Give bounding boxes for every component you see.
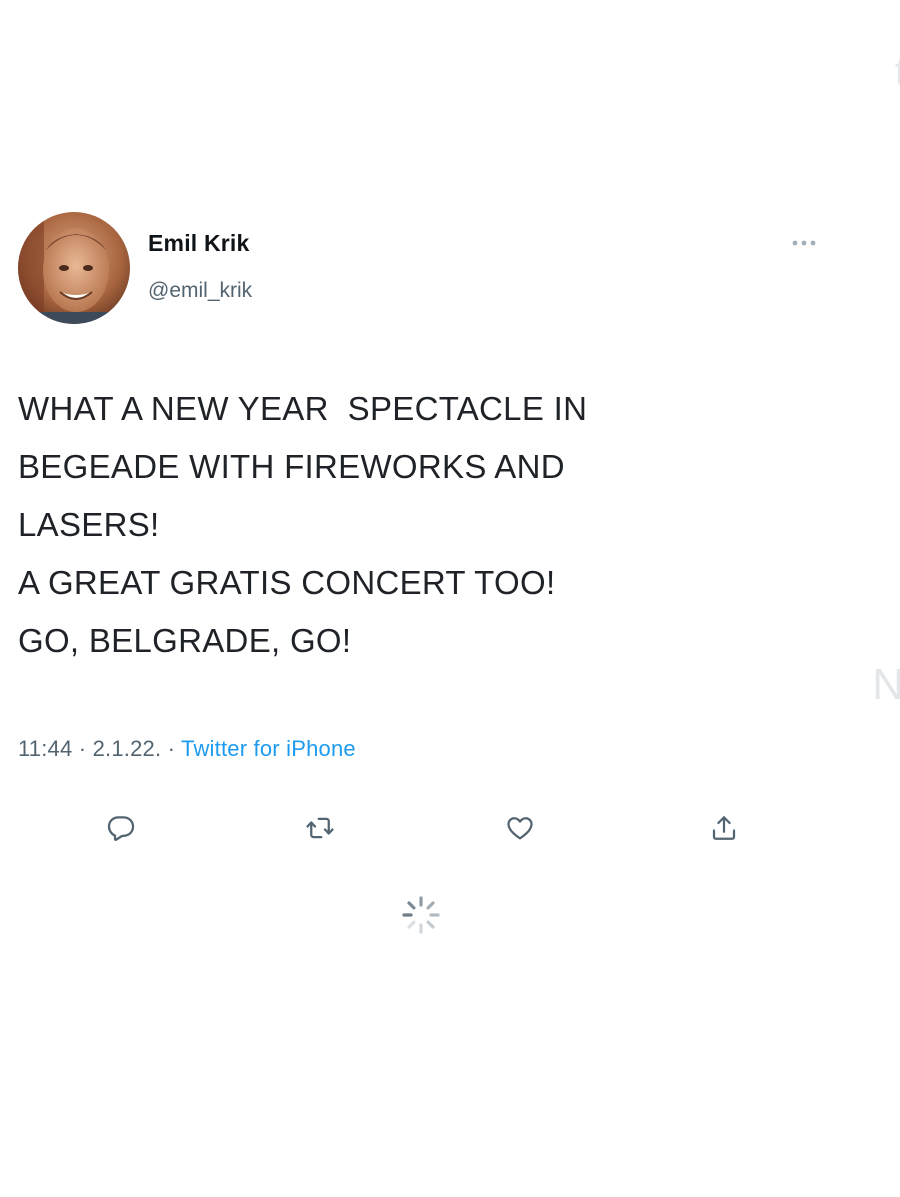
tweet-actions <box>0 806 900 850</box>
avatar[interactable] <box>18 212 130 324</box>
tweet-text: WHAT A NEW YEAR SPECTACLE IN BEGEADE WIT… <box>18 380 878 670</box>
share-icon <box>712 816 736 840</box>
tweet-date[interactable]: 2.1.22. <box>93 736 162 761</box>
like-button[interactable] <box>498 806 542 850</box>
tweet-line: LASERS! <box>18 506 160 543</box>
like-icon <box>507 817 533 840</box>
tweet-time[interactable]: 11:44 <box>18 736 72 761</box>
tweet-line: BEGEADE WITH FIREWORKS AND <box>18 448 565 485</box>
more-options-button[interactable] <box>788 233 828 253</box>
tweet-page: t N Emi <box>0 0 900 1197</box>
meta-separator: · <box>167 736 176 761</box>
tweet-line: GO, BELGRADE, GO! <box>18 622 352 659</box>
user-avatar-photo-icon <box>18 212 130 324</box>
tweet-line: A GREAT GRATIS CONCERT TOO! <box>18 564 556 601</box>
share-button[interactable] <box>702 806 746 850</box>
meta-separator: · <box>78 736 87 761</box>
author-handle[interactable]: @emil_krik <box>148 279 252 303</box>
reply-button[interactable] <box>99 806 143 850</box>
loading-spinner-icon <box>400 894 442 936</box>
more-icon <box>792 240 816 246</box>
retweet-icon <box>306 817 334 839</box>
retweet-button[interactable] <box>298 806 342 850</box>
tweet-meta: 11:44 · 2.1.22. · Twitter for iPhone <box>18 736 356 762</box>
author-name[interactable]: Emil Krik <box>148 230 250 257</box>
reply-icon <box>107 816 135 841</box>
edge-ghost-text: t <box>895 50 900 95</box>
tweet-line: WHAT A NEW YEAR SPECTACLE IN <box>18 390 588 427</box>
tweet-source-link[interactable]: Twitter for iPhone <box>181 736 356 761</box>
